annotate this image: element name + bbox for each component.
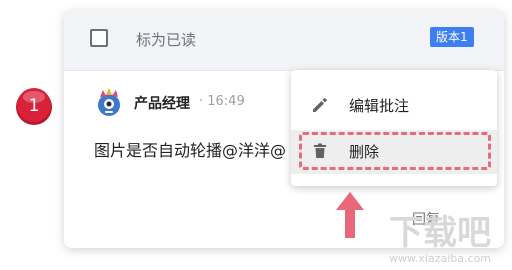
watermark-url: www.xiazaiba.com [389,252,491,265]
card-header: 标为已读 版本1 [64,10,504,71]
mark-read-checkbox[interactable] [90,29,108,47]
avatar [98,88,120,116]
pencil-icon [313,98,327,112]
comment-time: · 16:49 [199,94,245,109]
highlight-dashed-box [299,132,491,170]
watermark-text: 下载吧 [389,213,491,253]
comment-author: 产品经理 [134,96,190,112]
watermark-logo: 下载吧 www.xiazaiba.com [389,213,491,265]
step-number: 1 [29,96,40,116]
step-number-badge: 1 [16,88,52,125]
comment-text: 图片是否自动轮播@洋洋@ [94,141,287,160]
version-badge[interactable]: 版本1 [430,27,474,47]
menu-item-label: 编辑批注 [349,97,410,115]
menu-item-edit-annotation[interactable]: 编辑批注 [291,84,497,128]
arrow-up-icon [336,192,364,238]
mark-read-label[interactable]: 标为已读 [136,29,196,50]
